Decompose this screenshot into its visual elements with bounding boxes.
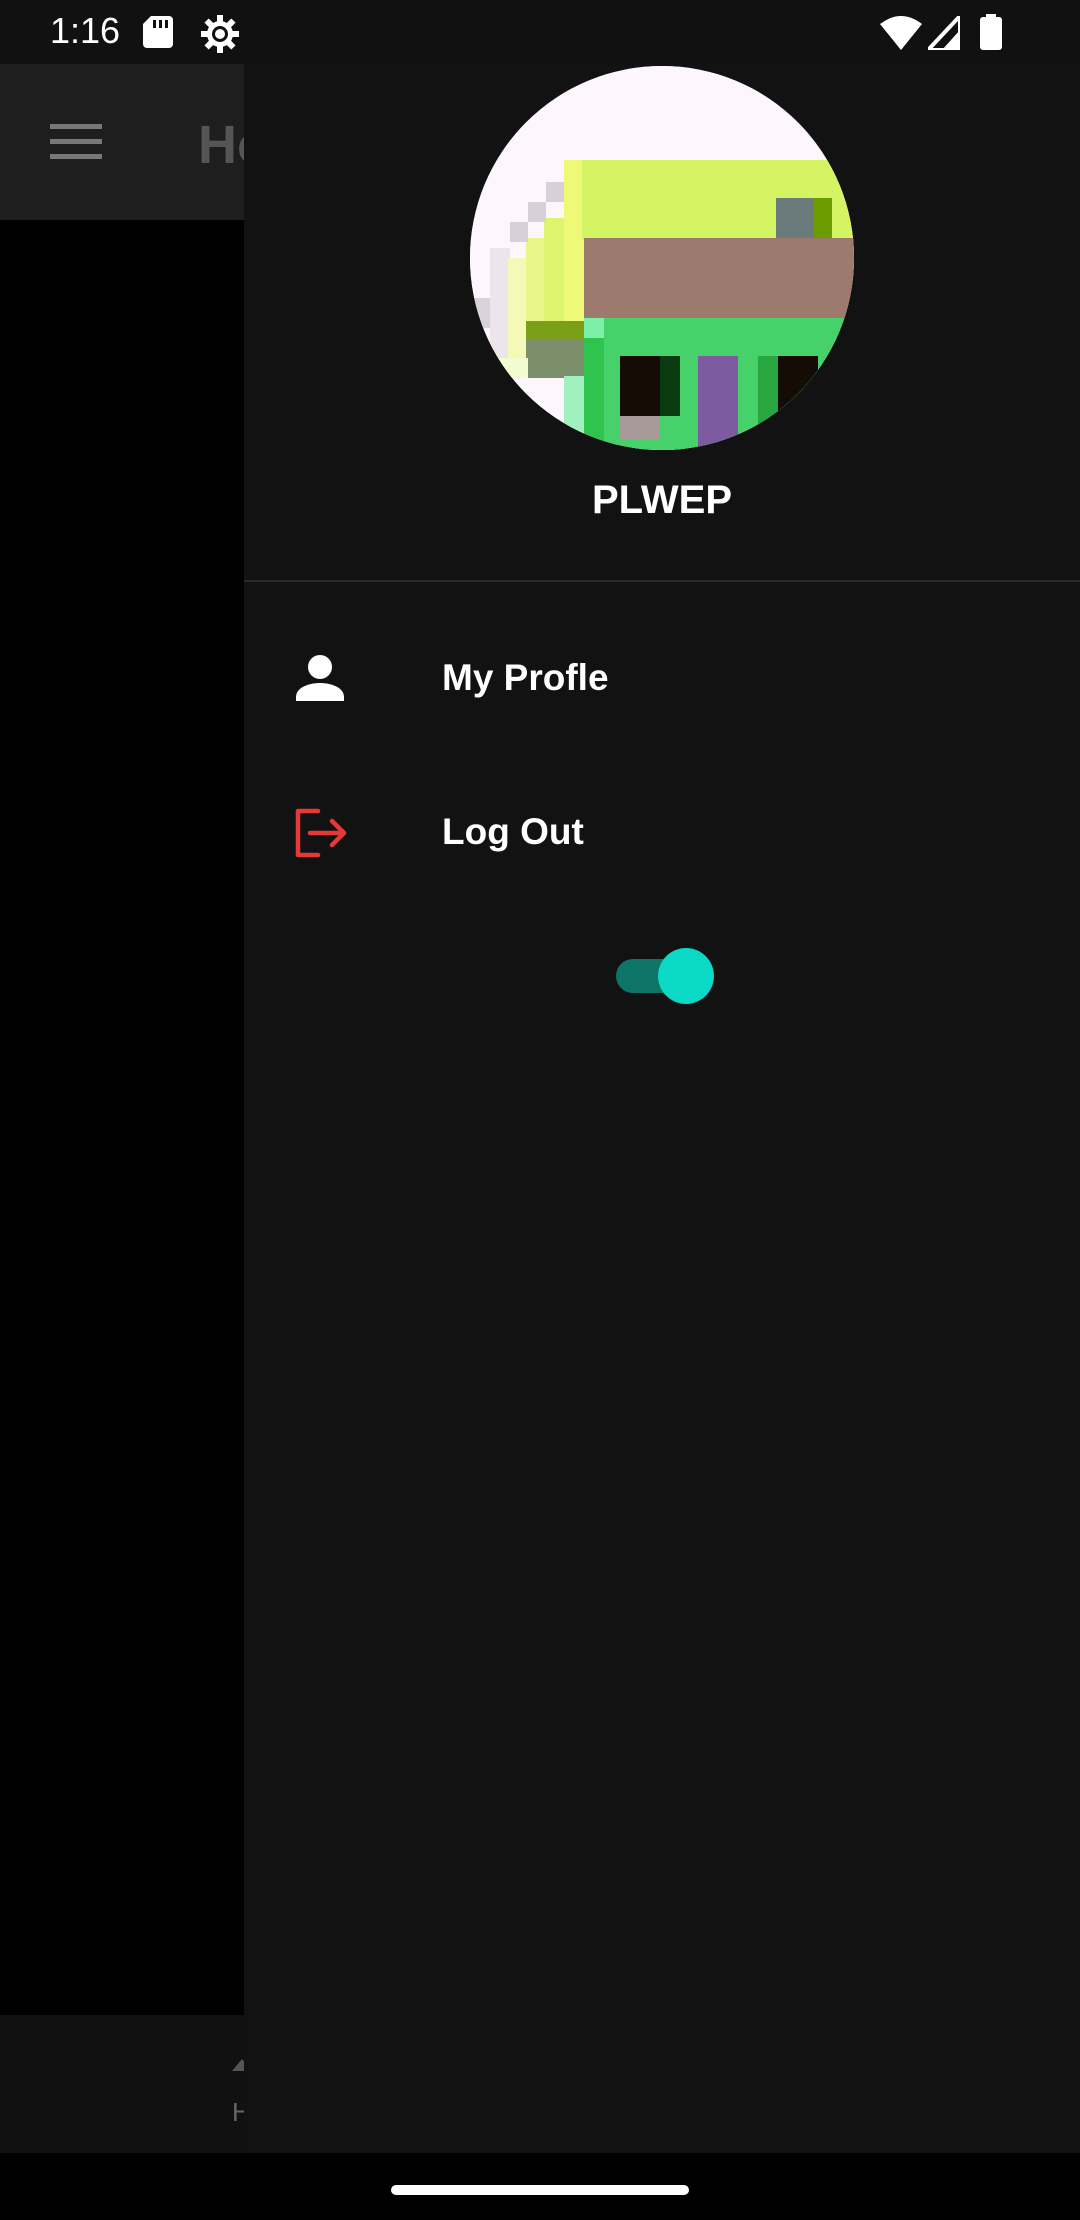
menu-item-label: My Profle: [442, 657, 609, 698]
navigation-drawer: PLWEP My Profle Log Out: [244, 64, 1080, 2153]
screen: 1:16 Ho H PLWEP My Profle Log Out: [0, 0, 1080, 2220]
avatar[interactable]: [470, 66, 854, 450]
signal-icon: [928, 16, 960, 50]
toggle-thumb: [658, 948, 714, 1004]
gear-icon: [201, 15, 239, 53]
battery-icon: [980, 14, 1002, 50]
avatar-image: [470, 66, 854, 450]
status-time: 1:16: [50, 10, 121, 51]
home-gesture-handle[interactable]: [391, 2185, 689, 2195]
system-navigation-bar: [0, 2153, 1080, 2220]
theme-toggle-switch[interactable]: [616, 948, 720, 1004]
menu-item-log-out[interactable]: Log Out: [244, 773, 1080, 893]
logout-icon: [295, 808, 347, 858]
username: PLWEP: [591, 478, 733, 522]
wifi-icon: [880, 16, 922, 50]
menu-icon[interactable]: [50, 124, 102, 160]
drawer-divider: [244, 580, 1080, 582]
sd-card-icon: [143, 16, 173, 48]
menu-item-label: Log Out: [442, 811, 584, 852]
person-icon: [296, 655, 344, 701]
status-bar: 1:16: [0, 0, 1080, 64]
menu-item-my-profile[interactable]: My Profle: [244, 619, 1080, 739]
